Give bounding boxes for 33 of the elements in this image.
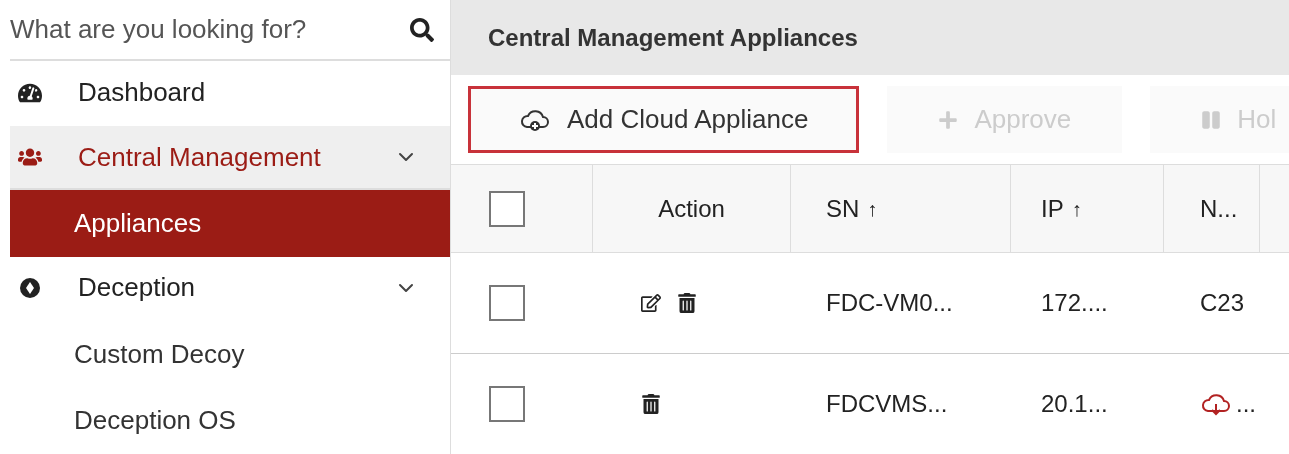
sort-arrow[interactable]: ↑ <box>1071 193 1082 224</box>
nav-item[interactable]: Dashboard <box>10 61 450 126</box>
page-title: Central Management Appliances <box>488 22 858 53</box>
nav-subitem[interactable]: Deception OS <box>10 387 450 454</box>
nav-subitem[interactable]: Appliances <box>10 190 450 257</box>
table-cell-text: 172.... <box>1041 287 1108 318</box>
table-cell-text: 20.1... <box>1041 388 1108 419</box>
circle-icon <box>18 275 42 300</box>
trash-icon[interactable] <box>677 292 697 313</box>
nav-item[interactable]: Deception <box>10 256 450 322</box>
plus-icon <box>938 109 959 130</box>
search-field[interactable]: What are you looking for? <box>10 10 410 50</box>
column-header[interactable]: Action <box>593 165 791 253</box>
table-cell-text: FDCVMS... <box>826 388 948 419</box>
nav-subitem[interactable]: Custom Decoy <box>10 321 450 388</box>
cloud-plus-icon <box>519 107 551 132</box>
search-icon[interactable] <box>410 17 434 42</box>
checkbox[interactable] <box>489 385 525 422</box>
cloud-icon <box>1200 391 1232 416</box>
sort-arrow[interactable]: ↑ <box>867 193 878 224</box>
trash-icon[interactable] <box>641 393 661 414</box>
table-cell-text: C23 <box>1200 287 1245 318</box>
column-header[interactable]: IP ↑ <box>1011 165 1164 253</box>
edit-icon[interactable] <box>641 292 661 313</box>
pause-icon <box>1201 109 1222 130</box>
column-header[interactable]: SN ↑ <box>791 165 1011 253</box>
checkbox[interactable] <box>489 284 525 321</box>
nav-item[interactable]: Central Management <box>10 125 450 191</box>
table-cell-text: ... <box>1236 388 1256 419</box>
column-header[interactable]: N... <box>1164 165 1260 253</box>
table-cell-text: FDC-VM0... <box>826 287 953 318</box>
checkbox[interactable] <box>489 190 525 227</box>
toolbar-button[interactable]: Add Cloud Appliance <box>468 86 860 154</box>
